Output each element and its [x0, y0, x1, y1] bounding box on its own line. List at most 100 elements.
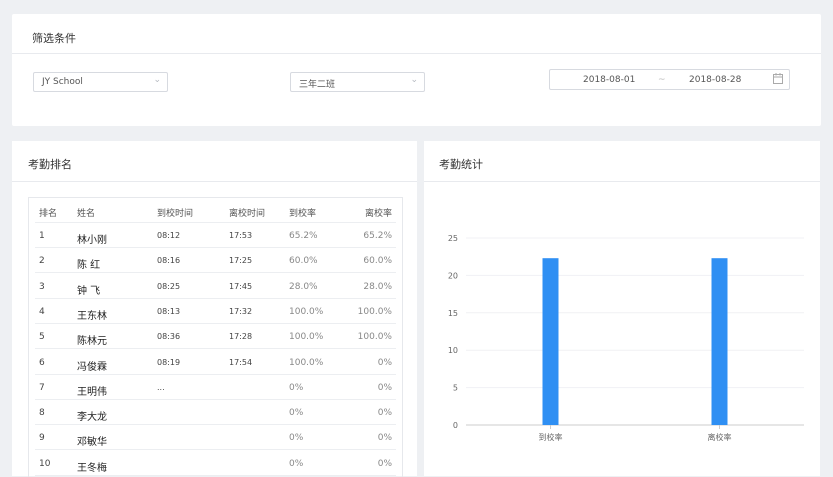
stats-panel: 考勤统计 0 5 10 15 20 25 到校率 离校率 [424, 141, 820, 476]
header-arrive-rate: 到校率 [289, 209, 317, 219]
arrive-rate-cell: 0% [289, 458, 304, 469]
leave-rate-cell: 28.0% [363, 281, 392, 292]
header-arrive-time: 到校时间 [157, 209, 194, 219]
leave-rate-cell: 0% [377, 458, 392, 469]
bar [711, 258, 728, 425]
header-leave-rate: 离校率 [364, 209, 392, 219]
name-cell: 陈 红 [77, 260, 101, 272]
table-row: 1 林小刚 08:12 17:53 65.2% 65.2% [29, 223, 402, 248]
leave-rate-cell: 0% [377, 357, 392, 368]
filter-divider [12, 53, 821, 54]
rank-cell: 5 [39, 332, 45, 343]
arrive-time-cell: ... [157, 382, 165, 392]
arrive-rate-cell: 100.0% [289, 357, 324, 368]
leave-rate-cell: 65.2% [363, 231, 392, 241]
name-cell: 王明伟 [77, 386, 107, 398]
rank-cell: 9 [39, 433, 45, 444]
leave-rate-cell: 0% [377, 408, 392, 419]
arrive-rate-cell: 100.0% [289, 306, 324, 317]
table-row: 9 邓敏华 0% 0% [29, 425, 402, 451]
ranking-panel: 考勤排名 排名 姓名 到校时间 离校时间 到校率 离校率 1 林小刚 08:12 17… [12, 141, 417, 477]
name-cell: 李大龙 [77, 412, 107, 424]
date-range-picker[interactable]: 2018-08-01 ~ 2018-08-28 [549, 69, 790, 90]
arrive-rate-cell: 0% [289, 433, 304, 444]
arrive-time-cell: 08:19 [157, 357, 181, 367]
arrive-rate-cell: 65.2% [289, 231, 318, 241]
name-cell: 王冬梅 [77, 462, 107, 474]
leave-rate-cell: 0% [377, 382, 392, 393]
arrive-rate-cell: 60.0% [289, 256, 318, 267]
table-row: 3 钟 飞 08:25 17:45 28.0% 28.0% [29, 274, 402, 299]
date-start: 2018-08-01 [583, 75, 636, 85]
rank-cell: 3 [39, 281, 45, 292]
arrive-rate-cell: 100.0% [289, 332, 324, 343]
rank-cell: 10 [39, 458, 51, 469]
name-cell: 陈林元 [77, 336, 107, 348]
table-row: 10 王冬梅 0% 0% [29, 451, 402, 476]
leave-time-cell: 17:53 [229, 231, 253, 240]
y-tick-label: 15 [448, 309, 458, 318]
rank-cell: 7 [39, 382, 45, 393]
stats-title: 考勤统计 [439, 158, 483, 171]
leave-rate-cell: 0% [377, 433, 392, 444]
leave-time-cell: 17:45 [229, 281, 253, 291]
rank-cell: 2 [39, 256, 45, 267]
bar [542, 258, 559, 425]
ranking-table: 排名 姓名 到校时间 离校时间 到校率 离校率 1 林小刚 08:12 17:53 65… [28, 197, 403, 477]
leave-rate-cell: 100.0% [357, 332, 392, 343]
name-cell: 钟 飞 [77, 285, 101, 297]
y-tick-label: 0 [453, 421, 458, 430]
table-row: 2 陈 红 08:16 17:25 60.0% 60.0% [29, 248, 402, 274]
arrive-time-cell: 08:16 [157, 256, 181, 266]
rank-cell: 4 [39, 306, 45, 317]
leave-rate-cell: 100.0% [357, 306, 392, 317]
calendar-icon[interactable] [773, 73, 783, 87]
leave-time-cell: 17:28 [229, 332, 253, 342]
x-tick-label: 离校率 [708, 432, 732, 442]
rank-cell: 6 [39, 357, 45, 368]
class-select[interactable]: 三年二班 ⌄ [290, 72, 425, 92]
rank-cell: 1 [39, 231, 45, 241]
class-select-value: 三年二班 [299, 80, 336, 90]
table-row: 5 陈林元 08:36 17:28 100.0% 100.0% [29, 324, 402, 350]
y-tick-label: 10 [448, 346, 458, 355]
table-row: 8 李大龙 0% 0% [29, 400, 402, 426]
header-leave-time: 离校时间 [229, 209, 266, 219]
attendance-bar-chart: 0 5 10 15 20 25 到校率 离校率 [448, 234, 804, 442]
table-row: 4 王东林 08:13 17:32 100.0% 100.0% [29, 299, 402, 324]
name-cell: 林小刚 [77, 235, 107, 246]
name-cell: 王东林 [77, 310, 107, 322]
arrive-rate-cell: 28.0% [289, 281, 318, 292]
leave-time-cell: 17:25 [229, 256, 253, 266]
arrive-time-cell: 08:36 [157, 332, 181, 342]
chevron-down-icon: ⌄ [410, 75, 418, 85]
ranking-divider [12, 181, 417, 182]
date-separator: ~ [658, 75, 666, 85]
school-select[interactable]: JY School ⌄ [33, 72, 168, 92]
table-row: 7 王明伟... 0% 0% [29, 375, 402, 400]
ranking-title: 考勤排名 [28, 158, 72, 171]
chevron-down-icon: ⌄ [153, 75, 161, 85]
header-name: 姓名 [77, 209, 96, 219]
arrive-rate-cell: 0% [289, 408, 304, 419]
filter-panel: 筛选条件 JY School ⌄ 三年二班 ⌄ 2018-08-01 ~ 201… [12, 14, 821, 126]
date-end: 2018-08-28 [689, 75, 742, 85]
filter-title: 筛选条件 [32, 32, 76, 45]
arrive-time-cell: 08:13 [157, 306, 181, 316]
leave-time-cell: 17:54 [229, 357, 253, 367]
table-row: 6 冯俊霖 08:19 17:54 100.0% 0% [29, 350, 402, 375]
y-tick-label: 25 [448, 234, 458, 243]
arrive-rate-cell: 0% [289, 382, 304, 393]
name-cell: 冯俊霖 [77, 361, 107, 373]
table-header: 排名 姓名 到校时间 离校时间 到校率 离校率 [29, 198, 402, 223]
leave-time-cell: 17:32 [229, 306, 253, 316]
rank-cell: 8 [39, 408, 45, 419]
y-tick-label: 5 [453, 384, 458, 393]
arrive-time-cell: 08:12 [157, 231, 181, 240]
leave-rate-cell: 60.0% [363, 256, 392, 267]
header-rank: 排名 [39, 209, 58, 219]
y-tick-label: 20 [448, 271, 458, 280]
x-tick-label: 到校率 [539, 432, 563, 442]
name-cell: 邓敏华 [77, 437, 107, 449]
school-select-value: JY School [42, 77, 83, 87]
